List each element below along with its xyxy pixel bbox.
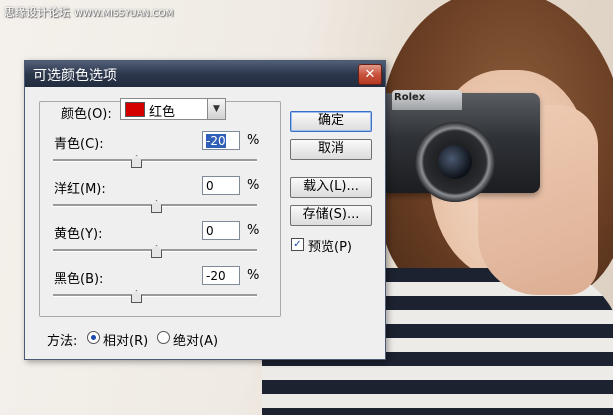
close-button[interactable]: ✕ — [358, 64, 382, 85]
close-icon: ✕ — [364, 67, 376, 82]
black-value: -20 — [206, 269, 226, 283]
checkmark-icon: ✓ — [293, 239, 302, 250]
cyan-label: 青色(C): — [54, 137, 104, 152]
black-slider-track[interactable] — [53, 294, 257, 297]
cyan-value: -20 — [206, 134, 226, 148]
dialog-title: 可选颜色选项 — [33, 68, 117, 84]
cyan-unit: % — [247, 133, 260, 148]
chevron-down-icon[interactable]: ▼ — [207, 99, 225, 119]
ok-button[interactable]: 确定 — [290, 111, 372, 132]
preview-checkbox[interactable]: ✓ — [291, 238, 304, 251]
camera-brand-label: Rolex — [394, 92, 426, 103]
selective-color-dialog: 可选颜色选项 ✕ 颜色(O): 红色 ▼ 青色(C): -20 % 洋红(M):… — [24, 60, 386, 360]
color-swatch — [125, 102, 145, 117]
load-button[interactable]: 载入(L)... — [290, 177, 372, 198]
watermark-text: 思缘设计论坛 — [4, 6, 70, 19]
save-button[interactable]: 存储(S)... — [290, 205, 372, 226]
black-label: 黑色(B): — [54, 272, 104, 287]
method-label: 方法: — [47, 334, 78, 349]
black-unit: % — [247, 268, 260, 283]
watermark-url: WWW.MISSYUAN.COM — [74, 9, 174, 19]
cyan-slider-track[interactable] — [53, 159, 257, 162]
yellow-unit: % — [247, 223, 260, 238]
watermark: 思缘设计论坛 WWW.MISSYUAN.COM — [4, 4, 173, 20]
magenta-value: 0 — [206, 179, 214, 193]
absolute-label: 绝对(A) — [173, 334, 219, 349]
camera-lens-glass — [438, 145, 472, 179]
cyan-input[interactable]: -20 — [202, 131, 240, 150]
absolute-radio[interactable] — [157, 331, 170, 344]
colors-select[interactable]: 红色 ▼ — [120, 98, 226, 120]
magenta-unit: % — [247, 178, 260, 193]
magenta-label: 洋红(M): — [54, 182, 106, 197]
colors-select-value: 红色 — [149, 105, 176, 120]
yellow-label: 黄色(Y): — [54, 227, 103, 242]
black-input[interactable]: -20 — [202, 266, 240, 285]
colors-label: 颜色(O): — [61, 107, 112, 122]
preview-label: 预览(P) — [308, 240, 352, 255]
yellow-value: 0 — [206, 224, 214, 238]
cancel-button[interactable]: 取消 — [290, 139, 372, 160]
relative-label: 相对(R) — [103, 334, 149, 349]
relative-radio[interactable] — [87, 331, 100, 344]
magenta-input[interactable]: 0 — [202, 176, 240, 195]
dialog-titlebar[interactable]: 可选颜色选项 ✕ — [25, 61, 385, 87]
yellow-input[interactable]: 0 — [202, 221, 240, 240]
